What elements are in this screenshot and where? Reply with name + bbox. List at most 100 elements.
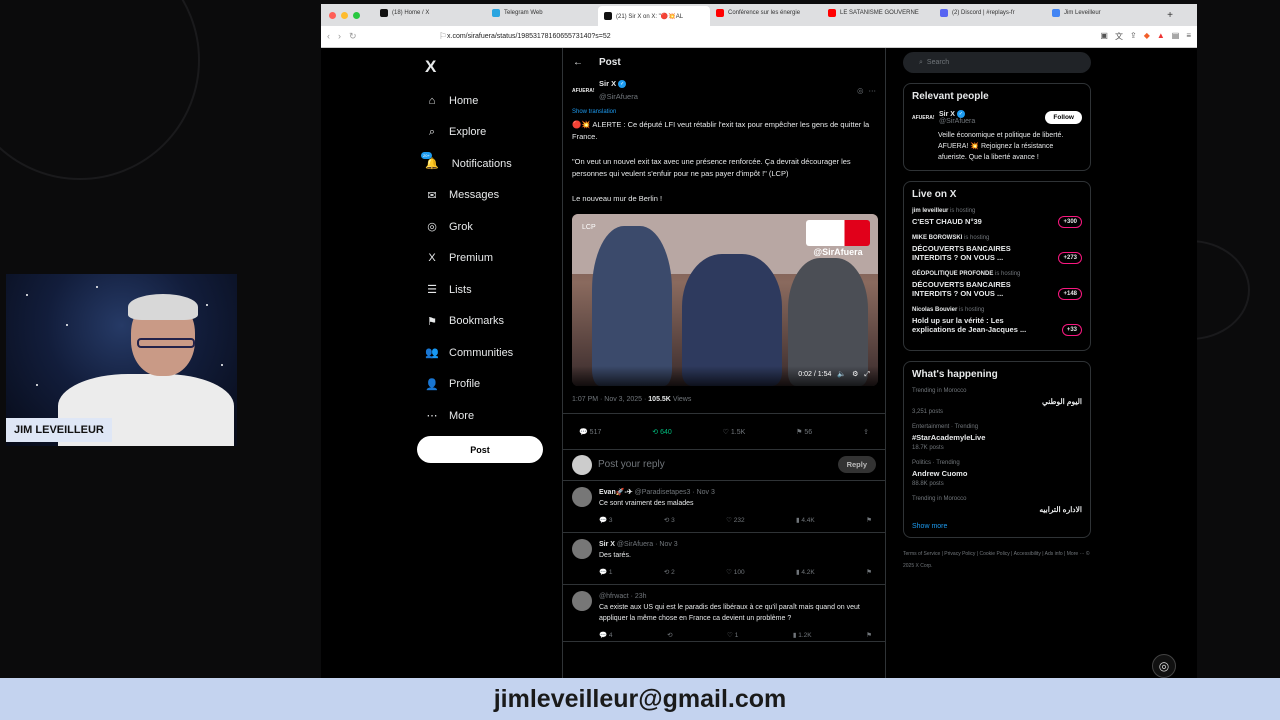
- views-action[interactable]: ▮ 4.4K: [796, 515, 815, 526]
- live-host[interactable]: Nicolas Bouvier: [912, 307, 957, 313]
- sidebar-item-more[interactable]: ⋯ More: [417, 400, 561, 432]
- live-space-item[interactable]: jim leveilleur is hosting C'EST CHAUD N°3…: [912, 208, 1082, 228]
- live-title[interactable]: DÉCOUVERTS BANCAIRES INTERDITS ? ON VOUS…: [912, 280, 1042, 298]
- reload-icon[interactable]: ↻: [349, 31, 357, 42]
- author-handle[interactable]: @SirAfuera: [599, 92, 638, 101]
- url-field[interactable]: x.com/sirafuera/status/19853178160655731…: [447, 33, 1100, 40]
- live-host[interactable]: MIKE BOROWSKI: [912, 235, 962, 241]
- browser-tab[interactable]: Telegram Web: [486, 4, 598, 22]
- sidebar-item-notifications[interactable]: 🔔 20+ Notifications: [417, 148, 561, 180]
- grok-icon[interactable]: ◎: [857, 85, 864, 98]
- sidebar-item-grok[interactable]: ◎ Grok: [417, 211, 561, 243]
- share-icon[interactable]: ⇪: [863, 428, 869, 449]
- minimize-window-button[interactable]: [341, 11, 348, 19]
- x-logo-icon[interactable]: X: [425, 57, 561, 85]
- author-name[interactable]: Sir X: [599, 79, 616, 88]
- sidebar-item-lists[interactable]: ☰ Lists: [417, 274, 561, 306]
- live-space-item[interactable]: MIKE BOROWSKI is hosting DÉCOUVERTS BANCA…: [912, 235, 1082, 264]
- alert-icon[interactable]: ▲: [1157, 31, 1165, 42]
- reply-button[interactable]: Reply: [837, 456, 876, 474]
- reply-action[interactable]: 💬 4: [599, 630, 613, 641]
- browser-tab[interactable]: (21) Sir X on X: "🔴💥AL: [598, 6, 710, 26]
- views-action[interactable]: ▮ 1.2K: [793, 630, 812, 641]
- trend-item[interactable]: Trending in Morocco الاداره الترابيه: [912, 496, 1082, 514]
- sidebar-item-communities[interactable]: 👥 Communities: [417, 337, 561, 369]
- bookmark-action[interactable]: ⚑ 56: [796, 428, 812, 449]
- reply-item[interactable]: @hfrwact · 23h Ca existe aux US qui est l…: [563, 585, 885, 642]
- post-author[interactable]: AFUERA! Sir X ✓ @SirAfuera ◎ ⋯: [572, 76, 876, 106]
- settings-icon[interactable]: ⚙: [852, 369, 858, 382]
- like-action[interactable]: ♡ 1: [727, 630, 738, 641]
- grok-button-icon[interactable]: ◎: [1152, 654, 1176, 678]
- live-space-item[interactable]: Nicolas Bouvier is hosting Hold up sur la…: [912, 307, 1082, 336]
- browser-tab[interactable]: LE SATANISME GOUVERNE: [822, 4, 934, 22]
- back-arrow-icon[interactable]: ←: [573, 57, 583, 68]
- brave-shield-icon[interactable]: ◆: [1144, 31, 1150, 42]
- person-name[interactable]: Sir X: [939, 111, 955, 118]
- browser-tab[interactable]: (18) Home / X: [374, 4, 486, 22]
- bookmark-icon[interactable]: ⚐: [439, 31, 447, 42]
- sidebar-item-profile[interactable]: 👤 Profile: [417, 369, 561, 401]
- views-action[interactable]: ▮ 4.2K: [796, 567, 815, 578]
- volume-icon[interactable]: 🔈: [837, 369, 846, 382]
- sidebar-item-premium[interactable]: X Premium: [417, 243, 561, 275]
- repost-action[interactable]: ⟲ 2: [664, 567, 675, 578]
- live-title[interactable]: Hold up sur la vérité : Les explications…: [912, 316, 1042, 334]
- author-avatar[interactable]: AFUERA!: [572, 85, 595, 98]
- browser-tab[interactable]: (2) Discord | #replays-fr: [934, 4, 1046, 22]
- avatar[interactable]: [572, 590, 592, 611]
- reply-action[interactable]: 💬 3: [599, 515, 613, 526]
- bookmark-icon[interactable]: ⚑: [866, 515, 872, 526]
- follow-button[interactable]: Follow: [1045, 111, 1082, 124]
- browser-tab[interactable]: Jim Leveilleur: [1046, 4, 1158, 22]
- trend-item[interactable]: Politics · Trending Andrew Cuomo 88.8K pos…: [912, 460, 1082, 487]
- search-input[interactable]: ⌕ Search: [903, 52, 1091, 73]
- reply-action[interactable]: 💬 517: [579, 428, 601, 449]
- live-title[interactable]: C'EST CHAUD N°39: [912, 217, 1042, 226]
- menu-icon[interactable]: ≡: [1186, 31, 1191, 42]
- live-host[interactable]: GÉOPOLITIQUE PROFONDE: [912, 271, 993, 277]
- live-space-item[interactable]: GÉOPOLITIQUE PROFONDE is hosting DÉCOUVER…: [912, 271, 1082, 300]
- show-more-link[interactable]: Show more: [912, 523, 1082, 530]
- reply-item[interactable]: Evan🚀-✈ @Paradisetapes3 · Nov 3 Ce sont v…: [563, 481, 885, 533]
- footer-links[interactable]: Terms of Service | Privacy Policy | Cook…: [903, 548, 1091, 572]
- reply-action[interactable]: 💬 1: [599, 567, 613, 578]
- like-action[interactable]: ♡ 232: [726, 515, 745, 526]
- back-icon[interactable]: ‹: [327, 31, 330, 42]
- forward-icon[interactable]: ›: [338, 31, 341, 42]
- sidebar-item-home[interactable]: ⌂ Home: [417, 85, 561, 117]
- reply-handle[interactable]: @SirAfuera · Nov 3: [617, 541, 678, 548]
- repost-action[interactable]: ⟲ 3: [664, 515, 675, 526]
- more-options-icon[interactable]: ⋯: [869, 85, 877, 98]
- bookmark-icon[interactable]: ⚑: [866, 630, 872, 641]
- repost-action[interactable]: ⟲ 640: [652, 428, 672, 449]
- reply-handle[interactable]: @Paradisetapes3 · Nov 3: [635, 489, 715, 496]
- browser-tab[interactable]: Conférence sur les énergie: [710, 4, 822, 22]
- translate-icon[interactable]: 文: [1115, 31, 1123, 42]
- sidebar-item-bookmarks[interactable]: ⚑ Bookmarks: [417, 306, 561, 338]
- repost-action[interactable]: ⟲: [667, 630, 672, 641]
- reply-author[interactable]: Evan🚀-✈: [599, 489, 633, 496]
- reply-author[interactable]: Sir X: [599, 541, 615, 548]
- bookmark-icon[interactable]: ⚑: [866, 567, 872, 578]
- post-video[interactable]: LCP @SirAfuera 0:02 / 1:54 🔈 ⚙ ⤢: [572, 213, 878, 386]
- person-handle[interactable]: @SirAfuera: [939, 118, 975, 125]
- author-avatar[interactable]: AFUERA!: [912, 115, 935, 121]
- post-button[interactable]: Post: [417, 436, 543, 463]
- reply-handle[interactable]: @hfrwact · 23h: [599, 593, 647, 600]
- sidebar-item-messages[interactable]: ✉ Messages: [417, 180, 561, 212]
- reply-input[interactable]: Post your reply: [598, 459, 665, 470]
- sidebar-item-explore[interactable]: ⌕ Explore: [417, 117, 561, 149]
- sidebar-toggle-icon[interactable]: ▤: [1172, 31, 1180, 42]
- live-title[interactable]: DÉCOUVERTS BANCAIRES INTERDITS ? ON VOUS…: [912, 244, 1042, 262]
- like-action[interactable]: ♡ 1.5K: [723, 428, 746, 449]
- close-window-button[interactable]: [329, 11, 336, 19]
- new-tab-button[interactable]: +: [1167, 10, 1173, 21]
- extension-icon[interactable]: ▣: [1100, 31, 1108, 42]
- avatar[interactable]: [572, 538, 592, 559]
- live-host[interactable]: jim leveilleur: [912, 208, 948, 214]
- trend-item[interactable]: Trending in Morocco اليوم الوطني 3,251 pos…: [912, 388, 1082, 415]
- post-timestamp[interactable]: 1:07 PM · Nov 3, 2025 ·: [572, 396, 646, 403]
- avatar[interactable]: [572, 486, 592, 507]
- reply-item[interactable]: Sir X @SirAfuera · Nov 3 Des tarés. 💬 1 ⟲ 2…: [563, 533, 885, 585]
